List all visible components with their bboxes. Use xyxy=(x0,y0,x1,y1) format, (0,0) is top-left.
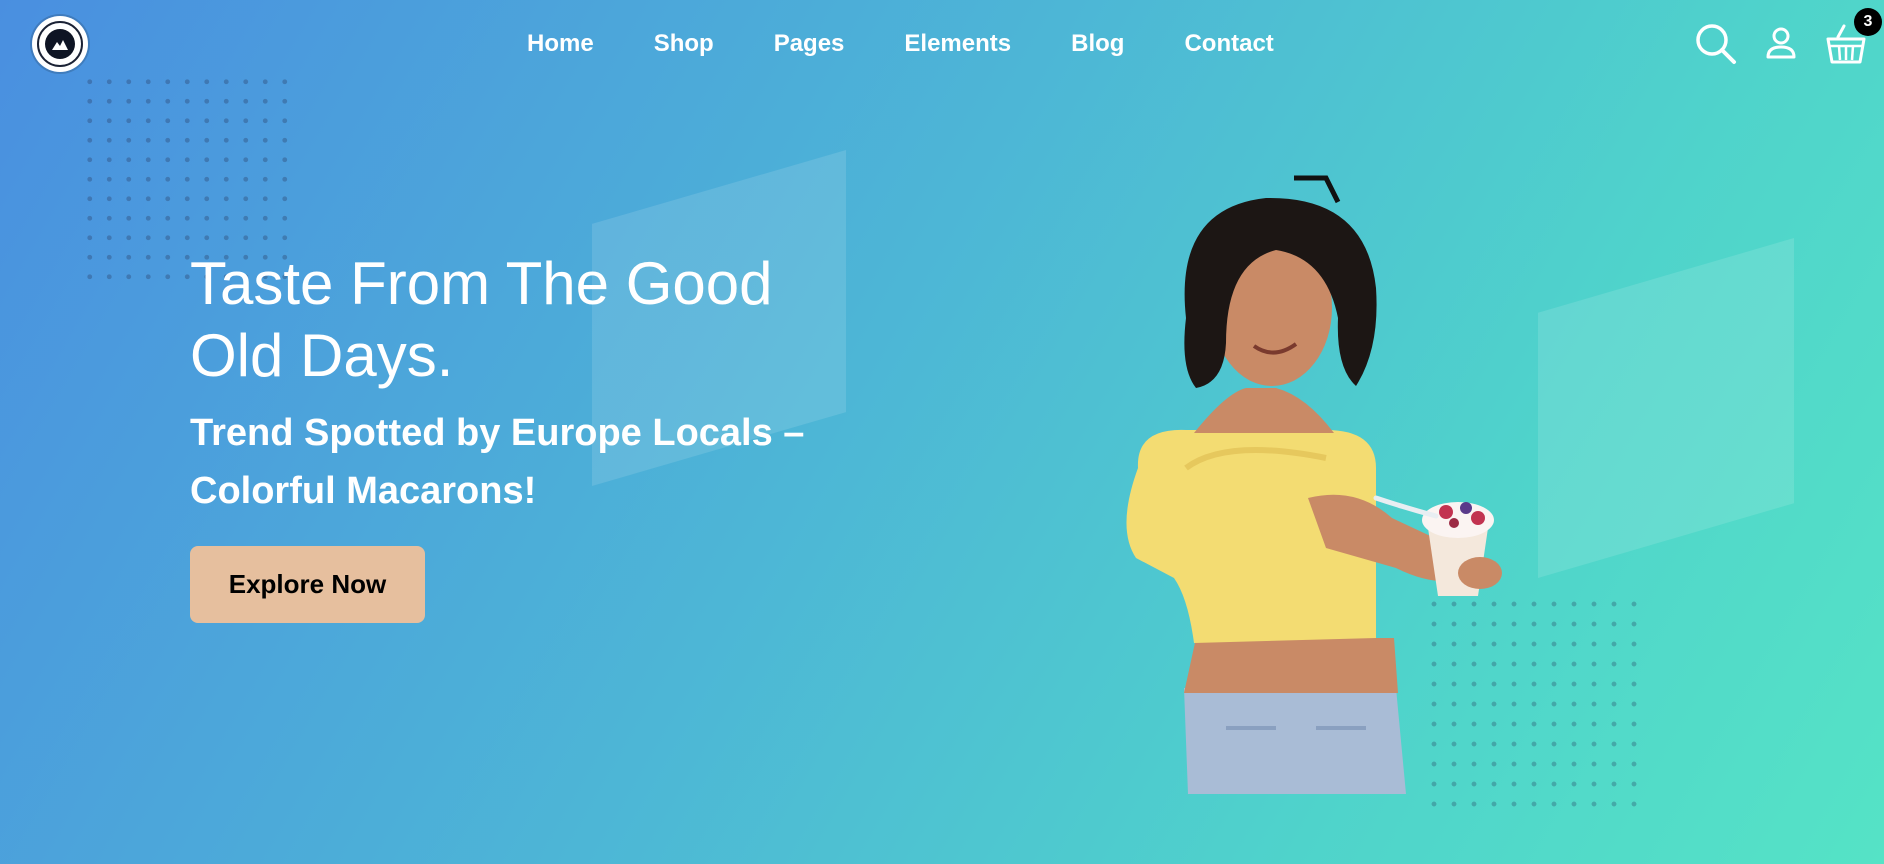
decorative-shape-right xyxy=(1538,238,1794,578)
hero-image xyxy=(1126,175,1502,794)
cart-count-badge: 3 xyxy=(1854,8,1882,36)
site-logo[interactable] xyxy=(32,16,88,72)
nav-blog[interactable]: Blog xyxy=(1071,28,1124,60)
explore-now-button[interactable]: Explore Now xyxy=(190,546,425,623)
brand-badge-icon xyxy=(45,29,75,59)
logo-ring xyxy=(37,21,83,67)
search-button[interactable] xyxy=(1692,20,1740,68)
hero-section: Home Shop Pages Elements Blog Contact 3 … xyxy=(0,0,1884,864)
nav-home[interactable]: Home xyxy=(527,28,594,60)
nav-shop[interactable]: Shop xyxy=(654,28,714,60)
user-icon xyxy=(1766,27,1796,59)
main-nav: Home Shop Pages Elements Blog Contact xyxy=(527,28,1274,60)
search-icon xyxy=(1696,24,1736,64)
nav-contact[interactable]: Contact xyxy=(1184,28,1273,60)
account-button[interactable] xyxy=(1757,20,1805,68)
nav-elements[interactable]: Elements xyxy=(904,28,1011,60)
hero-headline: Taste From The Good Old Days. xyxy=(190,250,773,389)
nav-pages[interactable]: Pages xyxy=(774,28,845,60)
hero-subheadline: Trend Spotted by Europe Locals – Colorfu… xyxy=(190,412,805,512)
navbar: Home Shop Pages Elements Blog Contact 3 xyxy=(0,0,1884,88)
